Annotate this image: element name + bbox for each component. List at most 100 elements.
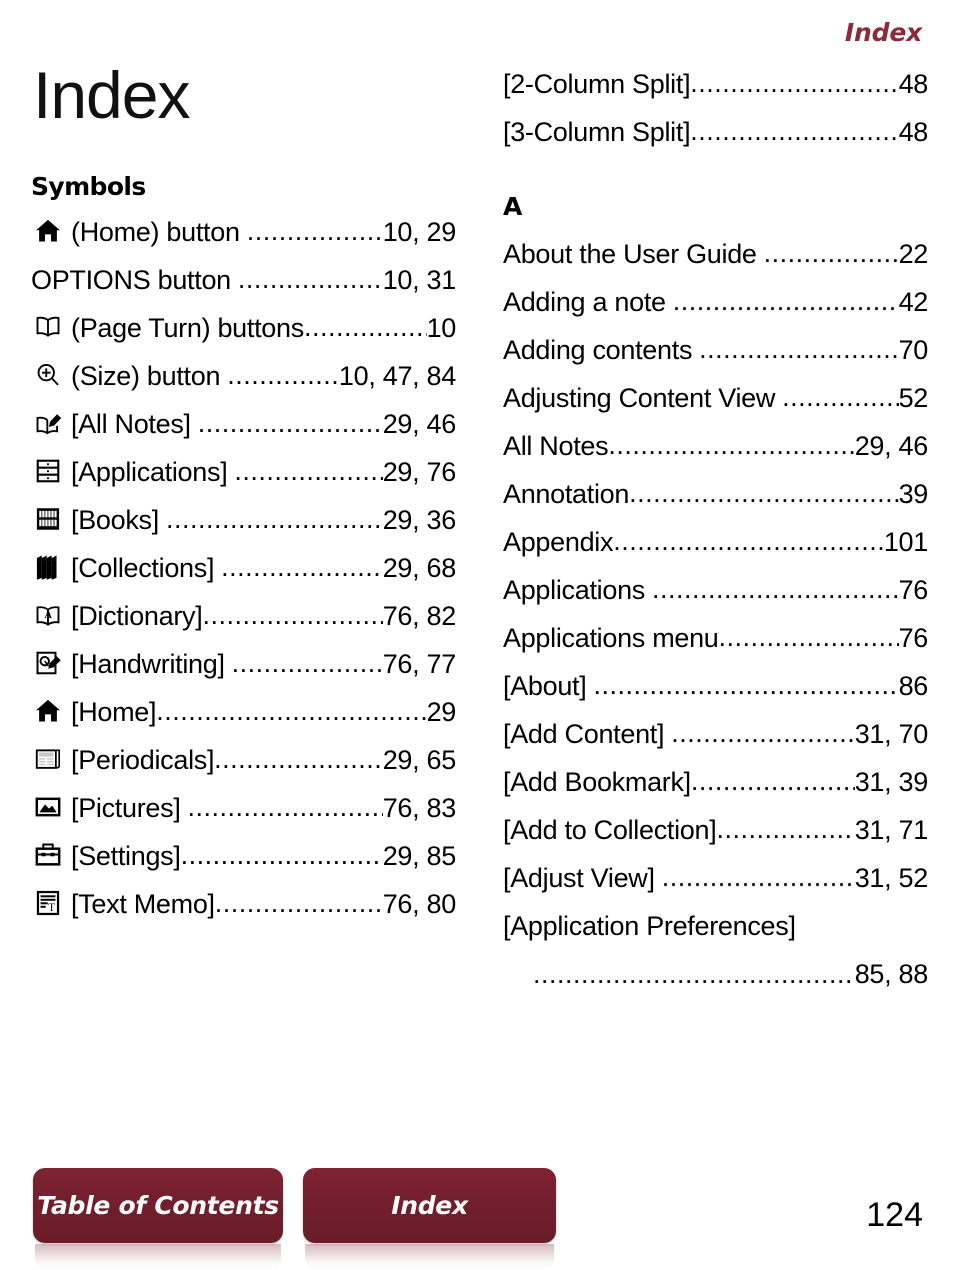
all-notes-icon (31, 408, 65, 438)
index-entry[interactable]: [Adjust View]...........................… (503, 854, 928, 902)
index-entry-label: Applications (503, 575, 645, 605)
left-column: Index Symbols (Home) button.............… (31, 60, 456, 928)
index-entry-pages: 52 (898, 383, 929, 413)
index-entry-label: Adding contents (503, 335, 693, 365)
leader-dots: ........................................… (214, 888, 383, 918)
index-entry[interactable]: Annotation..............................… (503, 470, 928, 518)
index-button-label: Index (391, 1191, 468, 1220)
index-entry-continuation[interactable]: ........................................… (503, 950, 928, 998)
leader-dots: ........................................… (234, 456, 383, 486)
index-entry[interactable]: Applications menu.......................… (503, 614, 928, 662)
index-entry-label: (Home) button (71, 217, 240, 247)
index-entry[interactable]: [2-Column Split]........................… (503, 60, 928, 108)
leader-dots: ........................................… (671, 718, 855, 748)
index-entry-label: Adding a note (503, 287, 666, 317)
index-entry[interactable]: (Page Turn) buttons.....................… (31, 304, 456, 352)
index-entry-label: Annotation (503, 479, 630, 509)
index-entry-pages: 29, 68 (382, 553, 457, 583)
index-entry-pages: 39 (898, 479, 929, 509)
leader-dots: ........................................… (214, 744, 383, 774)
collections-icon (31, 552, 65, 582)
index-entry[interactable]: [Collections]...........................… (31, 544, 456, 592)
dictionary-icon: A (31, 600, 65, 630)
index-entry-pages: 85, 88 (854, 959, 929, 989)
index-entry[interactable]: Appendix................................… (503, 518, 928, 566)
index-entry[interactable]: [Applications]..........................… (31, 448, 456, 496)
index-entry[interactable]: [Pictures]..............................… (31, 784, 456, 832)
index-entry-label: (Page Turn) buttons (71, 313, 304, 343)
leader-dots: ........................................… (608, 430, 854, 460)
leader-dots: ........................................… (197, 408, 383, 438)
index-entry[interactable]: (Home) button...........................… (31, 208, 456, 256)
index-entry-label: About the User Guide (503, 239, 757, 269)
index-entry[interactable]: Adjusting Content View..................… (503, 374, 928, 422)
index-entry[interactable]: Adding a note...........................… (503, 278, 928, 326)
index-entry-label: [Pictures] (71, 793, 181, 823)
svg-text:T: T (48, 902, 55, 914)
periodicals-icon (31, 744, 65, 774)
index-entry-pages: 31, 39 (854, 767, 929, 797)
index-entry-pages: 48 (898, 117, 929, 147)
index-entry[interactable]: [Add Content]...........................… (503, 710, 928, 758)
leader-dots: ........................................… (165, 504, 383, 534)
index-entry[interactable]: [All Notes].............................… (31, 400, 456, 448)
index-entry-pages: 29, 76 (382, 457, 457, 487)
settings-icon (31, 840, 65, 870)
symbols-entry-list: Symbols (Home) button...................… (31, 172, 456, 928)
index-entry[interactable]: (Size) button...........................… (31, 352, 456, 400)
index-entry-label: [2-Column Split] (503, 69, 691, 99)
index-entry-pages: 76 (898, 575, 929, 605)
index-entry-pages: 76 (898, 623, 929, 653)
index-entry[interactable]: [Periodicals]...........................… (31, 736, 456, 784)
leader-dots: ........................................… (782, 382, 899, 412)
index-entry[interactable]: [Handwriting]...........................… (31, 640, 456, 688)
index-entry[interactable]: [Add Bookmark]..........................… (503, 758, 928, 806)
index-entry[interactable]: [Books].................................… (31, 496, 456, 544)
index-entry-pages: 10, 47, 84 (338, 361, 456, 391)
index-entry-pages: 29, 85 (382, 841, 457, 871)
index-entry-pages: 31, 52 (854, 863, 929, 893)
index-entry[interactable]: T [Text Memo]............................… (31, 880, 456, 928)
index-entry[interactable]: [Settings]..............................… (31, 832, 456, 880)
index-entry[interactable]: About the User Guide....................… (503, 230, 928, 278)
leader-dots: ........................................… (303, 312, 427, 342)
leader-dots: ........................................… (661, 862, 855, 892)
index-button[interactable]: Index (303, 1168, 556, 1270)
index-entry[interactable]: [Application Preferences] (503, 902, 928, 950)
index-entry[interactable]: A [Dictionary]...........................… (31, 592, 456, 640)
leader-dots: ........................................… (231, 648, 383, 678)
index-entry[interactable]: [About].................................… (503, 662, 928, 710)
leader-dots: ........................................… (672, 286, 899, 316)
books-icon (31, 504, 65, 534)
running-header-index: Index (844, 18, 922, 47)
pictures-icon (31, 792, 65, 822)
index-entry-pages: 76, 77 (382, 649, 457, 679)
leader-dots: ........................................… (202, 600, 382, 630)
index-entry-pages: 31, 70 (854, 719, 929, 749)
leader-dots: ........................................… (533, 959, 855, 989)
leader-dots: ........................................… (227, 360, 339, 390)
index-entry-pages: 70 (898, 335, 929, 365)
index-entry[interactable]: Adding contents.........................… (503, 326, 928, 374)
index-entry[interactable]: Applications............................… (503, 566, 928, 614)
index-entry-pages: 10, 29 (382, 217, 457, 247)
index-entry-pages: 29, 36 (382, 505, 457, 535)
index-entry-label: [Add Bookmark] (503, 767, 691, 797)
index-entry-label: Applications menu (503, 623, 719, 653)
table-of-contents-button[interactable]: Table of Contents (33, 1168, 283, 1270)
index-entry[interactable]: [Home]..................................… (31, 688, 456, 736)
index-entry[interactable]: OPTIONS button..........................… (31, 256, 456, 304)
page-title: Index (33, 58, 190, 132)
index-entry[interactable]: [3-Column Split]........................… (503, 108, 928, 156)
index-entry-label: [Home] (71, 697, 157, 727)
home-icon (31, 696, 65, 726)
right-column: [2-Column Split]........................… (503, 60, 928, 998)
section-heading-symbols: Symbols (31, 172, 146, 201)
index-entry[interactable]: All Notes...............................… (503, 422, 928, 470)
index-entry-label: [Adjust View] (503, 863, 655, 893)
index-entry[interactable]: [Add to Collection].....................… (503, 806, 928, 854)
index-entry-label: [Settings] (71, 841, 181, 871)
index-entry-pages: 42 (898, 287, 929, 317)
leader-dots: ........................................… (690, 68, 899, 98)
